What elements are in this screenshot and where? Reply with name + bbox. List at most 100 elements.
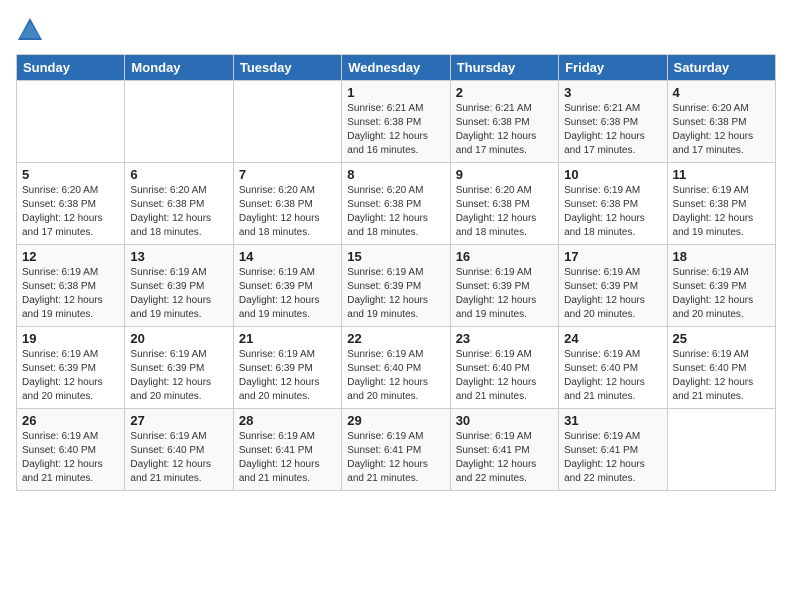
day-number: 20 [130, 331, 227, 346]
day-cell: 13 Sunrise: 6:19 AM Sunset: 6:39 PM Dayli… [125, 245, 233, 327]
logo-icon [16, 16, 44, 44]
day-cell: 4 Sunrise: 6:20 AM Sunset: 6:38 PM Daylig… [667, 81, 775, 163]
day-number: 27 [130, 413, 227, 428]
day-cell: 9 Sunrise: 6:20 AM Sunset: 6:38 PM Daylig… [450, 163, 558, 245]
day-info: Sunrise: 6:19 AM Sunset: 6:40 PM Dayligh… [564, 348, 661, 404]
day-info: Sunrise: 6:19 AM Sunset: 6:40 PM Dayligh… [347, 348, 444, 404]
day-number: 13 [130, 249, 227, 264]
day-cell [667, 409, 775, 491]
day-number: 31 [564, 413, 661, 428]
day-info: Sunrise: 6:19 AM Sunset: 6:41 PM Dayligh… [347, 430, 444, 486]
calendar-body: 1 Sunrise: 6:21 AM Sunset: 6:38 PM Daylig… [17, 81, 776, 491]
day-info: Sunrise: 6:19 AM Sunset: 6:39 PM Dayligh… [22, 348, 119, 404]
day-cell: 8Sunrise: 6:20 AM Sunset: 6:38 PM Daylig… [342, 163, 450, 245]
day-info: Sunrise: 6:20 AM Sunset: 6:38 PM Dayligh… [456, 184, 553, 240]
day-info: Sunrise: 6:20 AM Sunset: 6:38 PM Dayligh… [130, 184, 227, 240]
day-info: Sunrise: 6:19 AM Sunset: 6:41 PM Dayligh… [564, 430, 661, 486]
day-number: 4 [673, 85, 770, 100]
day-cell: 18 Sunrise: 6:19 AM Sunset: 6:39 PM Dayli… [667, 245, 775, 327]
day-cell: 1Sunrise: 6:21 AM Sunset: 6:38 PM Daylig… [342, 81, 450, 163]
day-info: Sunrise: 6:19 AM Sunset: 6:38 PM Dayligh… [22, 266, 119, 322]
week-row-1: 5 Sunrise: 6:20 AM Sunset: 6:38 PM Daylig… [17, 163, 776, 245]
day-info: Sunrise: 6:19 AM Sunset: 6:39 PM Dayligh… [239, 348, 336, 404]
day-cell: 31 Sunrise: 6:19 AM Sunset: 6:41 PM Dayli… [559, 409, 667, 491]
day-cell: 21Sunrise: 6:19 AM Sunset: 6:39 PM Dayli… [233, 327, 341, 409]
day-number: 9 [456, 167, 553, 182]
header [16, 16, 776, 44]
day-info: Sunrise: 6:19 AM Sunset: 6:41 PM Dayligh… [456, 430, 553, 486]
day-info: Sunrise: 6:19 AM Sunset: 6:40 PM Dayligh… [130, 430, 227, 486]
day-cell [125, 81, 233, 163]
day-cell: 16 Sunrise: 6:19 AM Sunset: 6:39 PM Dayli… [450, 245, 558, 327]
day-number: 26 [22, 413, 119, 428]
day-number: 25 [673, 331, 770, 346]
day-number: 12 [22, 249, 119, 264]
header-cell-wednesday: Wednesday [342, 55, 450, 81]
header-cell-tuesday: Tuesday [233, 55, 341, 81]
day-info: Sunrise: 6:19 AM Sunset: 6:39 PM Dayligh… [239, 266, 336, 322]
page: SundayMondayTuesdayWednesdayThursdayFrid… [0, 0, 792, 612]
header-cell-saturday: Saturday [667, 55, 775, 81]
day-cell: 10 Sunrise: 6:19 AM Sunset: 6:38 PM Dayli… [559, 163, 667, 245]
day-cell: 5 Sunrise: 6:20 AM Sunset: 6:38 PM Daylig… [17, 163, 125, 245]
day-info: Sunrise: 6:19 AM Sunset: 6:39 PM Dayligh… [673, 266, 770, 322]
day-cell: 14 Sunrise: 6:19 AM Sunset: 6:39 PM Dayli… [233, 245, 341, 327]
header-cell-monday: Monday [125, 55, 233, 81]
day-info: Sunrise: 6:19 AM Sunset: 6:38 PM Dayligh… [673, 184, 770, 240]
logo [16, 16, 48, 44]
day-info: Sunrise: 6:19 AM Sunset: 6:39 PM Dayligh… [564, 266, 661, 322]
day-info: Sunrise: 6:19 AM Sunset: 6:40 PM Dayligh… [673, 348, 770, 404]
day-cell: 25 Sunrise: 6:19 AM Sunset: 6:40 PM Dayli… [667, 327, 775, 409]
day-number: 6 [130, 167, 227, 182]
day-cell: 23 Sunrise: 6:19 AM Sunset: 6:40 PM Dayli… [450, 327, 558, 409]
day-info: Sunrise: 6:19 AM Sunset: 6:39 PM Dayligh… [130, 266, 227, 322]
day-cell: 2 Sunrise: 6:21 AM Sunset: 6:38 PM Daylig… [450, 81, 558, 163]
day-number: 23 [456, 331, 553, 346]
day-number: 19 [22, 331, 119, 346]
day-number: 15 [347, 249, 444, 264]
day-number: 16 [456, 249, 553, 264]
day-number: 18 [673, 249, 770, 264]
day-number: 28 [239, 413, 336, 428]
day-cell: 29Sunrise: 6:19 AM Sunset: 6:41 PM Dayli… [342, 409, 450, 491]
header-cell-thursday: Thursday [450, 55, 558, 81]
header-cell-sunday: Sunday [17, 55, 125, 81]
day-number: 30 [456, 413, 553, 428]
day-cell: 6 Sunrise: 6:20 AM Sunset: 6:38 PM Daylig… [125, 163, 233, 245]
day-number: 2 [456, 85, 553, 100]
day-number: 22 [347, 331, 444, 346]
day-info: Sunrise: 6:20 AM Sunset: 6:38 PM Dayligh… [22, 184, 119, 240]
day-cell: 19 Sunrise: 6:19 AM Sunset: 6:39 PM Dayli… [17, 327, 125, 409]
day-info: Sunrise: 6:21 AM Sunset: 6:38 PM Dayligh… [456, 102, 553, 158]
day-cell: 12 Sunrise: 6:19 AM Sunset: 6:38 PM Dayli… [17, 245, 125, 327]
week-row-3: 19 Sunrise: 6:19 AM Sunset: 6:39 PM Dayli… [17, 327, 776, 409]
day-number: 17 [564, 249, 661, 264]
day-info: Sunrise: 6:19 AM Sunset: 6:40 PM Dayligh… [456, 348, 553, 404]
day-info: Sunrise: 6:19 AM Sunset: 6:38 PM Dayligh… [564, 184, 661, 240]
day-number: 5 [22, 167, 119, 182]
day-number: 7 [239, 167, 336, 182]
header-cell-friday: Friday [559, 55, 667, 81]
day-info: Sunrise: 6:19 AM Sunset: 6:39 PM Dayligh… [347, 266, 444, 322]
day-number: 11 [673, 167, 770, 182]
day-cell: 17 Sunrise: 6:19 AM Sunset: 6:39 PM Dayli… [559, 245, 667, 327]
day-cell: 11 Sunrise: 6:19 AM Sunset: 6:38 PM Dayli… [667, 163, 775, 245]
header-row: SundayMondayTuesdayWednesdayThursdayFrid… [17, 55, 776, 81]
day-cell: 30 Sunrise: 6:19 AM Sunset: 6:41 PM Dayli… [450, 409, 558, 491]
day-cell: 26Sunrise: 6:19 AM Sunset: 6:40 PM Dayli… [17, 409, 125, 491]
day-cell: 28 Sunrise: 6:19 AM Sunset: 6:41 PM Dayli… [233, 409, 341, 491]
day-number: 3 [564, 85, 661, 100]
day-cell [17, 81, 125, 163]
day-number: 14 [239, 249, 336, 264]
day-cell [233, 81, 341, 163]
day-number: 1 [347, 85, 444, 100]
day-number: 10 [564, 167, 661, 182]
day-info: Sunrise: 6:19 AM Sunset: 6:39 PM Dayligh… [456, 266, 553, 322]
calendar: SundayMondayTuesdayWednesdayThursdayFrid… [16, 54, 776, 491]
day-info: Sunrise: 6:20 AM Sunset: 6:38 PM Dayligh… [673, 102, 770, 158]
day-cell: 24Sunrise: 6:19 AM Sunset: 6:40 PM Dayli… [559, 327, 667, 409]
day-info: Sunrise: 6:19 AM Sunset: 6:41 PM Dayligh… [239, 430, 336, 486]
day-cell: 3Sunrise: 6:21 AM Sunset: 6:38 PM Daylig… [559, 81, 667, 163]
day-cell: 20Sunrise: 6:19 AM Sunset: 6:39 PM Dayli… [125, 327, 233, 409]
week-row-0: 1 Sunrise: 6:21 AM Sunset: 6:38 PM Daylig… [17, 81, 776, 163]
